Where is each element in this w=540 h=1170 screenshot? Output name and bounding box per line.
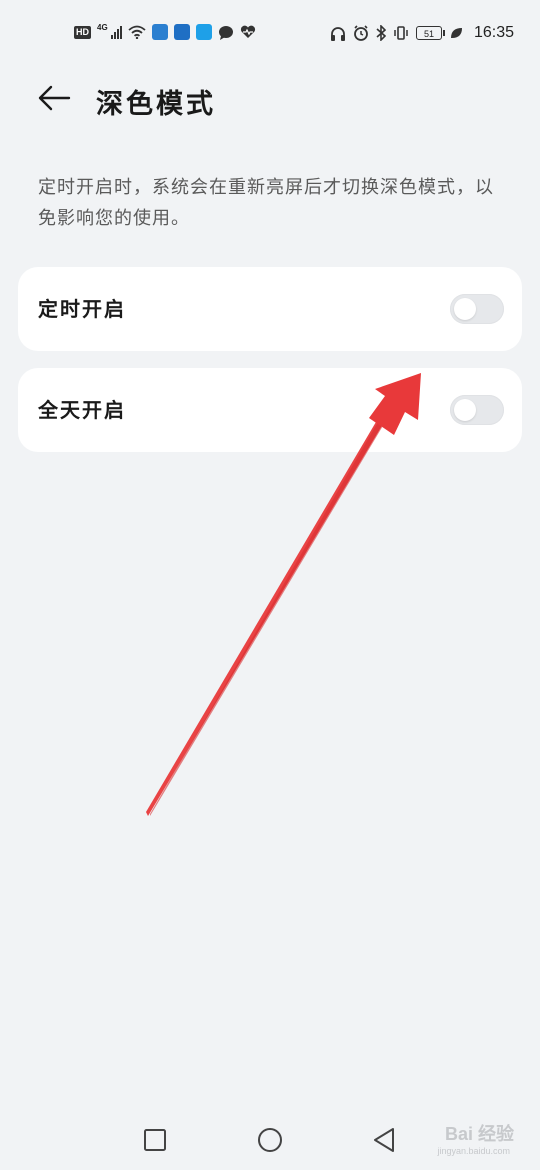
health-icon bbox=[240, 25, 255, 38]
back-triangle-icon[interactable] bbox=[371, 1126, 397, 1154]
app-weather-icon bbox=[151, 24, 168, 40]
toggle-knob bbox=[454, 399, 476, 421]
all-day-toggle[interactable] bbox=[450, 395, 504, 425]
recents-square-icon[interactable] bbox=[143, 1128, 167, 1152]
option-label: 定时开启 bbox=[38, 297, 126, 321]
leaf-icon bbox=[450, 28, 462, 38]
network-type: 4G bbox=[97, 22, 108, 32]
option-label: 全天开启 bbox=[38, 398, 126, 422]
app-header: 深色模式 bbox=[0, 66, 540, 130]
scheduled-toggle[interactable] bbox=[450, 294, 504, 324]
toggle-knob bbox=[454, 298, 476, 320]
status-right: 51 16:35 bbox=[330, 24, 514, 42]
status-bar: HD 4G 51 16:35 bbox=[0, 0, 540, 66]
option-all-day[interactable]: 全天开启 bbox=[18, 368, 522, 452]
recents-button[interactable] bbox=[141, 1126, 169, 1154]
chat-icon bbox=[218, 25, 233, 40]
watermark: Bai 经验 bbox=[444, 1124, 514, 1144]
arrow-left-icon[interactable] bbox=[37, 85, 71, 111]
status-left: HD 4G bbox=[74, 22, 256, 40]
alarm-icon bbox=[354, 25, 368, 41]
home-circle-icon[interactable] bbox=[256, 1126, 284, 1154]
option-scheduled[interactable]: 定时开启 bbox=[18, 267, 522, 351]
headphones-icon bbox=[330, 26, 345, 41]
bluetooth-icon bbox=[376, 25, 386, 41]
signal-icon bbox=[110, 25, 122, 39]
home-button[interactable] bbox=[256, 1126, 284, 1154]
description-text: 定时开启时，系统会在重新亮屏后才切换深色模式，以免影响您的使用。 bbox=[38, 177, 494, 229]
clock: 16:35 bbox=[473, 24, 514, 41]
back-nav-button[interactable] bbox=[370, 1126, 398, 1154]
vibrate-icon bbox=[394, 26, 408, 40]
watermark-sub: jingyan.baidu.com bbox=[437, 1146, 510, 1156]
battery-icon: 51 bbox=[415, 26, 445, 40]
back-button[interactable] bbox=[34, 80, 74, 116]
wifi-icon bbox=[128, 25, 146, 39]
hd-icon: HD bbox=[74, 25, 91, 39]
app-files-icon bbox=[173, 24, 190, 40]
app-search-icon bbox=[195, 24, 212, 40]
page-title: 深色模式 bbox=[96, 89, 216, 120]
